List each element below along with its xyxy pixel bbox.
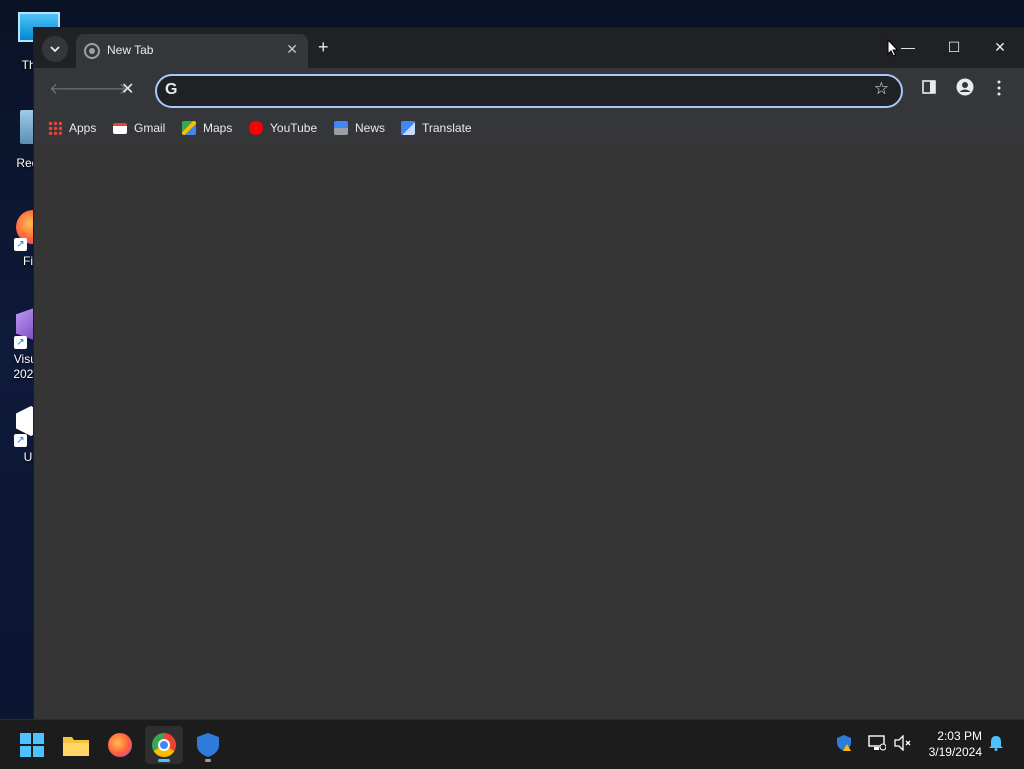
bookmark-label: News — [355, 121, 386, 135]
gmail-icon — [113, 122, 127, 134]
network-icon[interactable] — [868, 735, 887, 754]
clock-time: 2:03 PM — [937, 729, 982, 743]
stop-loading-button[interactable]: ✕ — [121, 80, 134, 100]
bookmarks-bar: Apps Gmail Maps YouTube News Translate — [34, 112, 1024, 142]
clock-date: 3/19/2024 — [928, 745, 982, 759]
bookmark-gmail[interactable]: Gmail — [113, 119, 165, 137]
taskbar-file-explorer[interactable] — [57, 726, 95, 764]
bookmark-label: YouTube — [270, 121, 318, 135]
news-icon — [334, 121, 348, 135]
volume-muted-icon[interactable] — [894, 734, 912, 754]
bookmark-label: Maps — [203, 121, 233, 135]
close-window-button[interactable]: ✕ — [980, 36, 1020, 58]
bookmark-maps[interactable]: Maps — [182, 119, 232, 137]
bookmark-star-icon[interactable]: ☆ — [874, 79, 889, 99]
taskbar-firefox[interactable] — [101, 726, 139, 764]
side-panel-icon[interactable] — [922, 80, 936, 99]
maximize-button[interactable]: ☐ — [934, 36, 974, 58]
taskbar: 2:03 PM 3/19/2024 — [0, 719, 1024, 769]
defender-icon — [197, 733, 219, 757]
taskbar-windows-security[interactable] — [189, 726, 227, 764]
bookmark-label: Gmail — [134, 121, 166, 135]
start-button[interactable] — [13, 726, 51, 764]
browser-window: New Tab ✕ + — ☐ ✕ 🡐 🡒 ✕ G ☆ Apps Gmail M… — [34, 28, 1024, 719]
file-explorer-icon — [63, 737, 89, 756]
notification-bell-icon[interactable] — [988, 735, 1004, 754]
toolbar: 🡐 🡒 ✕ G ☆ — [34, 68, 1024, 112]
firefox-icon — [108, 733, 132, 757]
menu-kebab-icon[interactable] — [996, 80, 1002, 101]
youtube-icon — [249, 121, 263, 135]
bookmark-apps[interactable]: Apps — [48, 119, 96, 137]
translate-icon — [401, 121, 415, 135]
shortcut-arrow-icon: ↗ — [14, 336, 27, 349]
google-g-icon: G — [165, 81, 178, 98]
bookmark-label: Apps — [69, 121, 97, 135]
tab-title: New Tab — [107, 43, 154, 57]
tab-new-tab[interactable]: New Tab ✕ — [76, 34, 308, 68]
address-input[interactable] — [191, 80, 855, 104]
system-clock[interactable]: 2:03 PM 3/19/2024 — [929, 728, 982, 760]
shortcut-arrow-icon: ↗ — [14, 238, 27, 251]
page-content[interactable] — [34, 142, 1024, 719]
chevron-down-icon — [50, 46, 60, 53]
security-warning-icon[interactable] — [837, 735, 853, 754]
chrome-new-tab-icon — [84, 43, 100, 59]
start-icon — [20, 733, 44, 757]
close-tab-button[interactable]: ✕ — [286, 41, 298, 58]
bookmark-label: Translate — [422, 121, 472, 135]
chrome-icon — [152, 733, 176, 757]
bookmark-translate[interactable]: Translate — [401, 119, 472, 137]
profile-icon[interactable] — [956, 78, 974, 101]
running-app-indicator — [205, 759, 211, 762]
address-bar[interactable]: G ☆ — [155, 74, 903, 108]
title-bar[interactable]: New Tab ✕ + — ☐ ✕ — [34, 28, 1024, 68]
taskbar-chrome[interactable] — [145, 726, 183, 764]
bookmark-youtube[interactable]: YouTube — [249, 119, 317, 137]
bookmark-news[interactable]: News — [334, 119, 385, 137]
new-tab-button[interactable]: + — [318, 37, 329, 57]
active-app-indicator — [158, 759, 170, 762]
apps-grid-icon — [48, 121, 62, 135]
tab-search-button[interactable] — [42, 36, 68, 62]
maps-icon — [182, 121, 196, 135]
mouse-cursor-icon — [887, 39, 899, 57]
shortcut-arrow-icon: ↗ — [14, 434, 27, 447]
